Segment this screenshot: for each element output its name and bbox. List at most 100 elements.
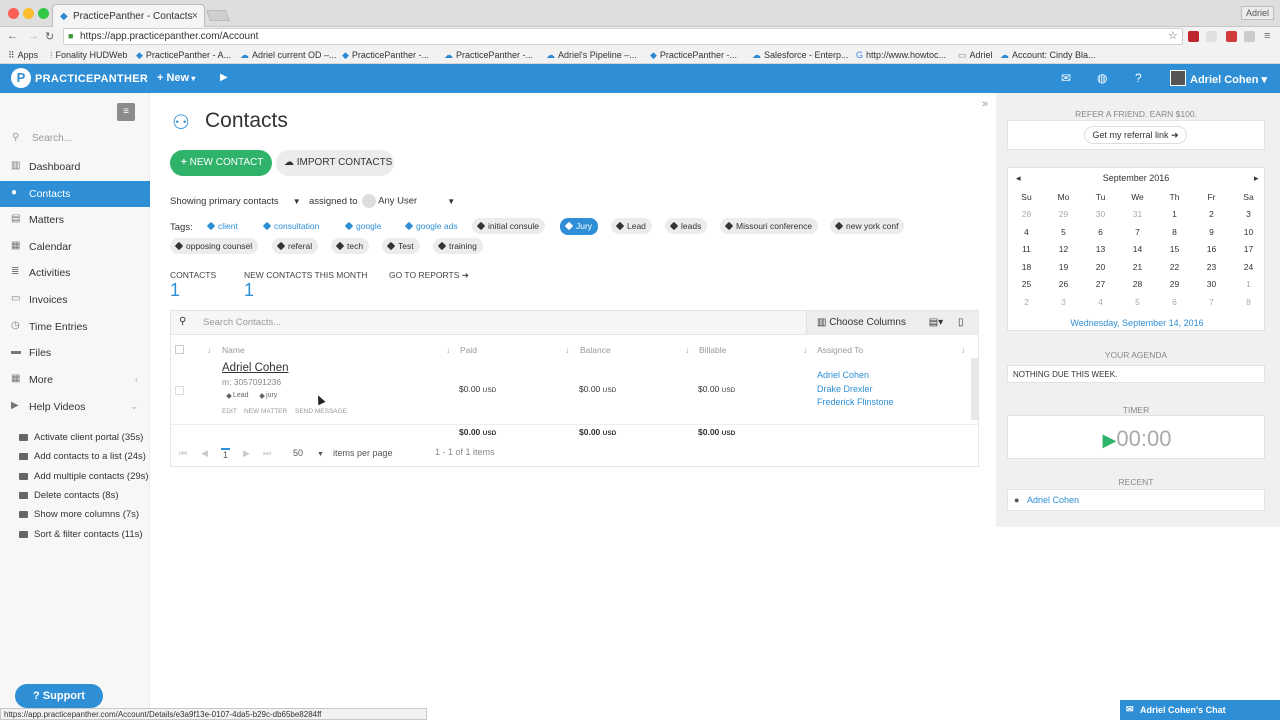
tag-filter[interactable]: consultation [258,218,325,234]
calendar-day[interactable]: 17 [1230,244,1267,254]
bookmark-fonality[interactable]: ⁞ Fonality HUDWeb [50,50,127,60]
sidebar-collapse-button[interactable]: ≡ [117,103,135,121]
calendar-month[interactable]: September 2016 [1008,173,1264,183]
recent-contact-link[interactable]: Adriel Cohen [1027,495,1079,505]
contacts-search-input[interactable]: Search Contacts... [203,317,281,328]
column-header-billable[interactable]: Billable [699,345,726,355]
table-scrollbar[interactable] [971,358,978,420]
new-contacts-value[interactable]: 1 [244,280,254,301]
bookmark-apps[interactable]: ⠿ Apps [8,50,38,61]
new-tab-button[interactable] [205,10,231,21]
timer-control[interactable]: ▶00:00 [1008,426,1266,452]
assigned-user-link[interactable]: Adriel Cohen [817,370,869,380]
calendar-day[interactable]: 31 [1119,209,1156,219]
sort-arrow-icon[interactable]: ↓ [961,345,965,355]
tag-filter[interactable]: client [202,218,244,234]
calendar-day[interactable]: 16 [1193,244,1230,254]
calendar-day[interactable]: 7 [1119,227,1156,237]
calendar-day[interactable]: 30 [1193,279,1230,289]
new-matter-link[interactable]: NEW MATTER [244,408,287,415]
calendar-day[interactable]: 5 [1045,227,1082,237]
edit-link[interactable]: EDIT [222,408,237,415]
help-video-item[interactable]: Add multiple contacts (29s) [19,471,149,482]
export-pdf-icon[interactable]: ▯ [958,317,964,328]
calendar-day[interactable]: 9 [1193,227,1230,237]
tag-filter[interactable]: Missouri conference [720,218,819,234]
chat-button[interactable]: ✉ Adriel Cohen's Chat [1120,700,1280,720]
avatar[interactable] [1170,70,1186,86]
sort-arrow-icon[interactable]: ↓ [803,345,807,355]
user-menu[interactable]: Adriel Cohen ▾ [1190,73,1267,86]
sidebar-item-invoices[interactable]: ▭ Invoices [0,287,150,313]
help-video-item[interactable]: Sort & filter contacts (11s) [19,529,143,540]
per-page-select[interactable]: 50 ▼ [293,448,324,458]
calendar-day[interactable]: 12 [1045,244,1082,254]
sidebar-item-contacts[interactable]: ● Contacts [0,181,150,207]
extension-red-icon[interactable] [1226,31,1237,42]
calendar-day[interactable]: 8 [1156,227,1193,237]
assigned-dropdown[interactable]: Any User ▼ [362,194,455,208]
tag-filter[interactable]: google [340,218,388,234]
support-button[interactable]: ? Support [15,684,103,708]
calendar-day[interactable]: 20 [1082,262,1119,272]
close-window-button[interactable] [8,8,19,19]
calendar-day[interactable]: 8 [1230,297,1267,307]
tag-filter[interactable]: Test [382,238,420,254]
tag-filter[interactable]: Lead [611,218,652,234]
calendar-day[interactable]: 22 [1156,262,1193,272]
column-header-assigned[interactable]: Assigned To [817,345,863,355]
sidebar-search-input[interactable]: Search... [32,133,72,144]
help-video-item[interactable]: Delete contacts (8s) [18,490,118,501]
tab-close-button[interactable]: × [192,10,198,22]
calendar-day[interactable]: 25 [1008,279,1045,289]
calendar-day[interactable]: 3 [1230,209,1267,219]
tag-filter[interactable]: google ads [400,218,464,234]
tag-filter[interactable]: new york conf [830,218,905,234]
contacts-count-value[interactable]: 1 [170,280,180,301]
calendar-day[interactable]: 29 [1045,209,1082,219]
sidebar-search[interactable]: ⚲ Search... [12,132,72,144]
next-page-icon[interactable]: ▶ [243,448,250,459]
help-icon[interactable]: ? [1135,71,1142,85]
calendar-day[interactable]: 28 [1119,279,1156,289]
bookmark-practicepanther-4[interactable]: ◆ PracticePanther -... [650,50,737,61]
new-contact-button[interactable]: + NEW CONTACT [170,150,272,176]
chrome-profile-button[interactable]: Adriel [1240,6,1274,20]
globe-icon[interactable]: ◍ [1097,71,1107,85]
calendar-day[interactable]: 10 [1230,227,1267,237]
bookmark-salesforce[interactable]: ☁ Salesforce - Enterp... [752,50,849,61]
help-video-item[interactable]: Activate client portal (35s) [18,432,143,443]
choose-columns-button[interactable]: ▥ Choose Columns ▤▾ ▯ [806,311,979,335]
referral-link-button[interactable]: Get my referral link ➜ [1084,126,1187,144]
sidebar-item-calendar[interactable]: ▦ Calendar [0,234,150,260]
bookmark-adriel[interactable]: ▭ Adriel [958,50,993,61]
url-input[interactable]: ■ https://app.practicepanther.com/Accoun… [63,28,1183,45]
calendar-day[interactable]: 3 [1045,297,1082,307]
assigned-user-link[interactable]: Drake Drexler [817,384,873,394]
bookmark-practicepanther-2[interactable]: ◆ PracticePanther -... [342,50,429,61]
first-page-icon[interactable]: ⏮ [179,448,187,459]
contact-name-link[interactable]: Adriel Cohen [222,362,288,374]
contact-tag[interactable]: Lead [226,392,249,399]
assigned-user-link[interactable]: Frederick Flinstone [817,397,894,407]
import-contacts-button[interactable]: ☁ IMPORT CONTACTS [276,150,394,176]
sidebar-item-files[interactable]: ▬ Files [0,340,150,366]
calendar-day[interactable]: 11 [1008,244,1045,254]
sidebar-item-activities[interactable]: ≣ Activities [0,260,150,286]
calendar-today-link[interactable]: Wednesday, September 14, 2016 [1008,318,1266,328]
panel-collapse-icon[interactable]: » [982,98,988,110]
prev-page-icon[interactable]: ◀ [201,448,208,459]
sort-arrow-icon[interactable]: ↓ [207,345,211,355]
mail-icon[interactable]: ✉ [1061,71,1071,85]
bookmark-pipeline[interactable]: ☁ Adriel's Pipeline –... [546,50,637,61]
send-message-link[interactable]: SEND MESSAGE [295,408,347,415]
calendar-day[interactable]: 5 [1119,297,1156,307]
calendar-day[interactable]: 13 [1082,244,1119,254]
column-header-paid[interactable]: Paid [460,345,477,355]
maximize-window-button[interactable] [38,8,49,19]
minimize-window-button[interactable] [23,8,34,19]
tag-filter[interactable]: referal [272,238,319,254]
sort-arrow-icon[interactable]: ↓ [685,345,689,355]
tag-filter[interactable]: tech [331,238,370,254]
contact-tag[interactable]: jury [259,392,277,399]
